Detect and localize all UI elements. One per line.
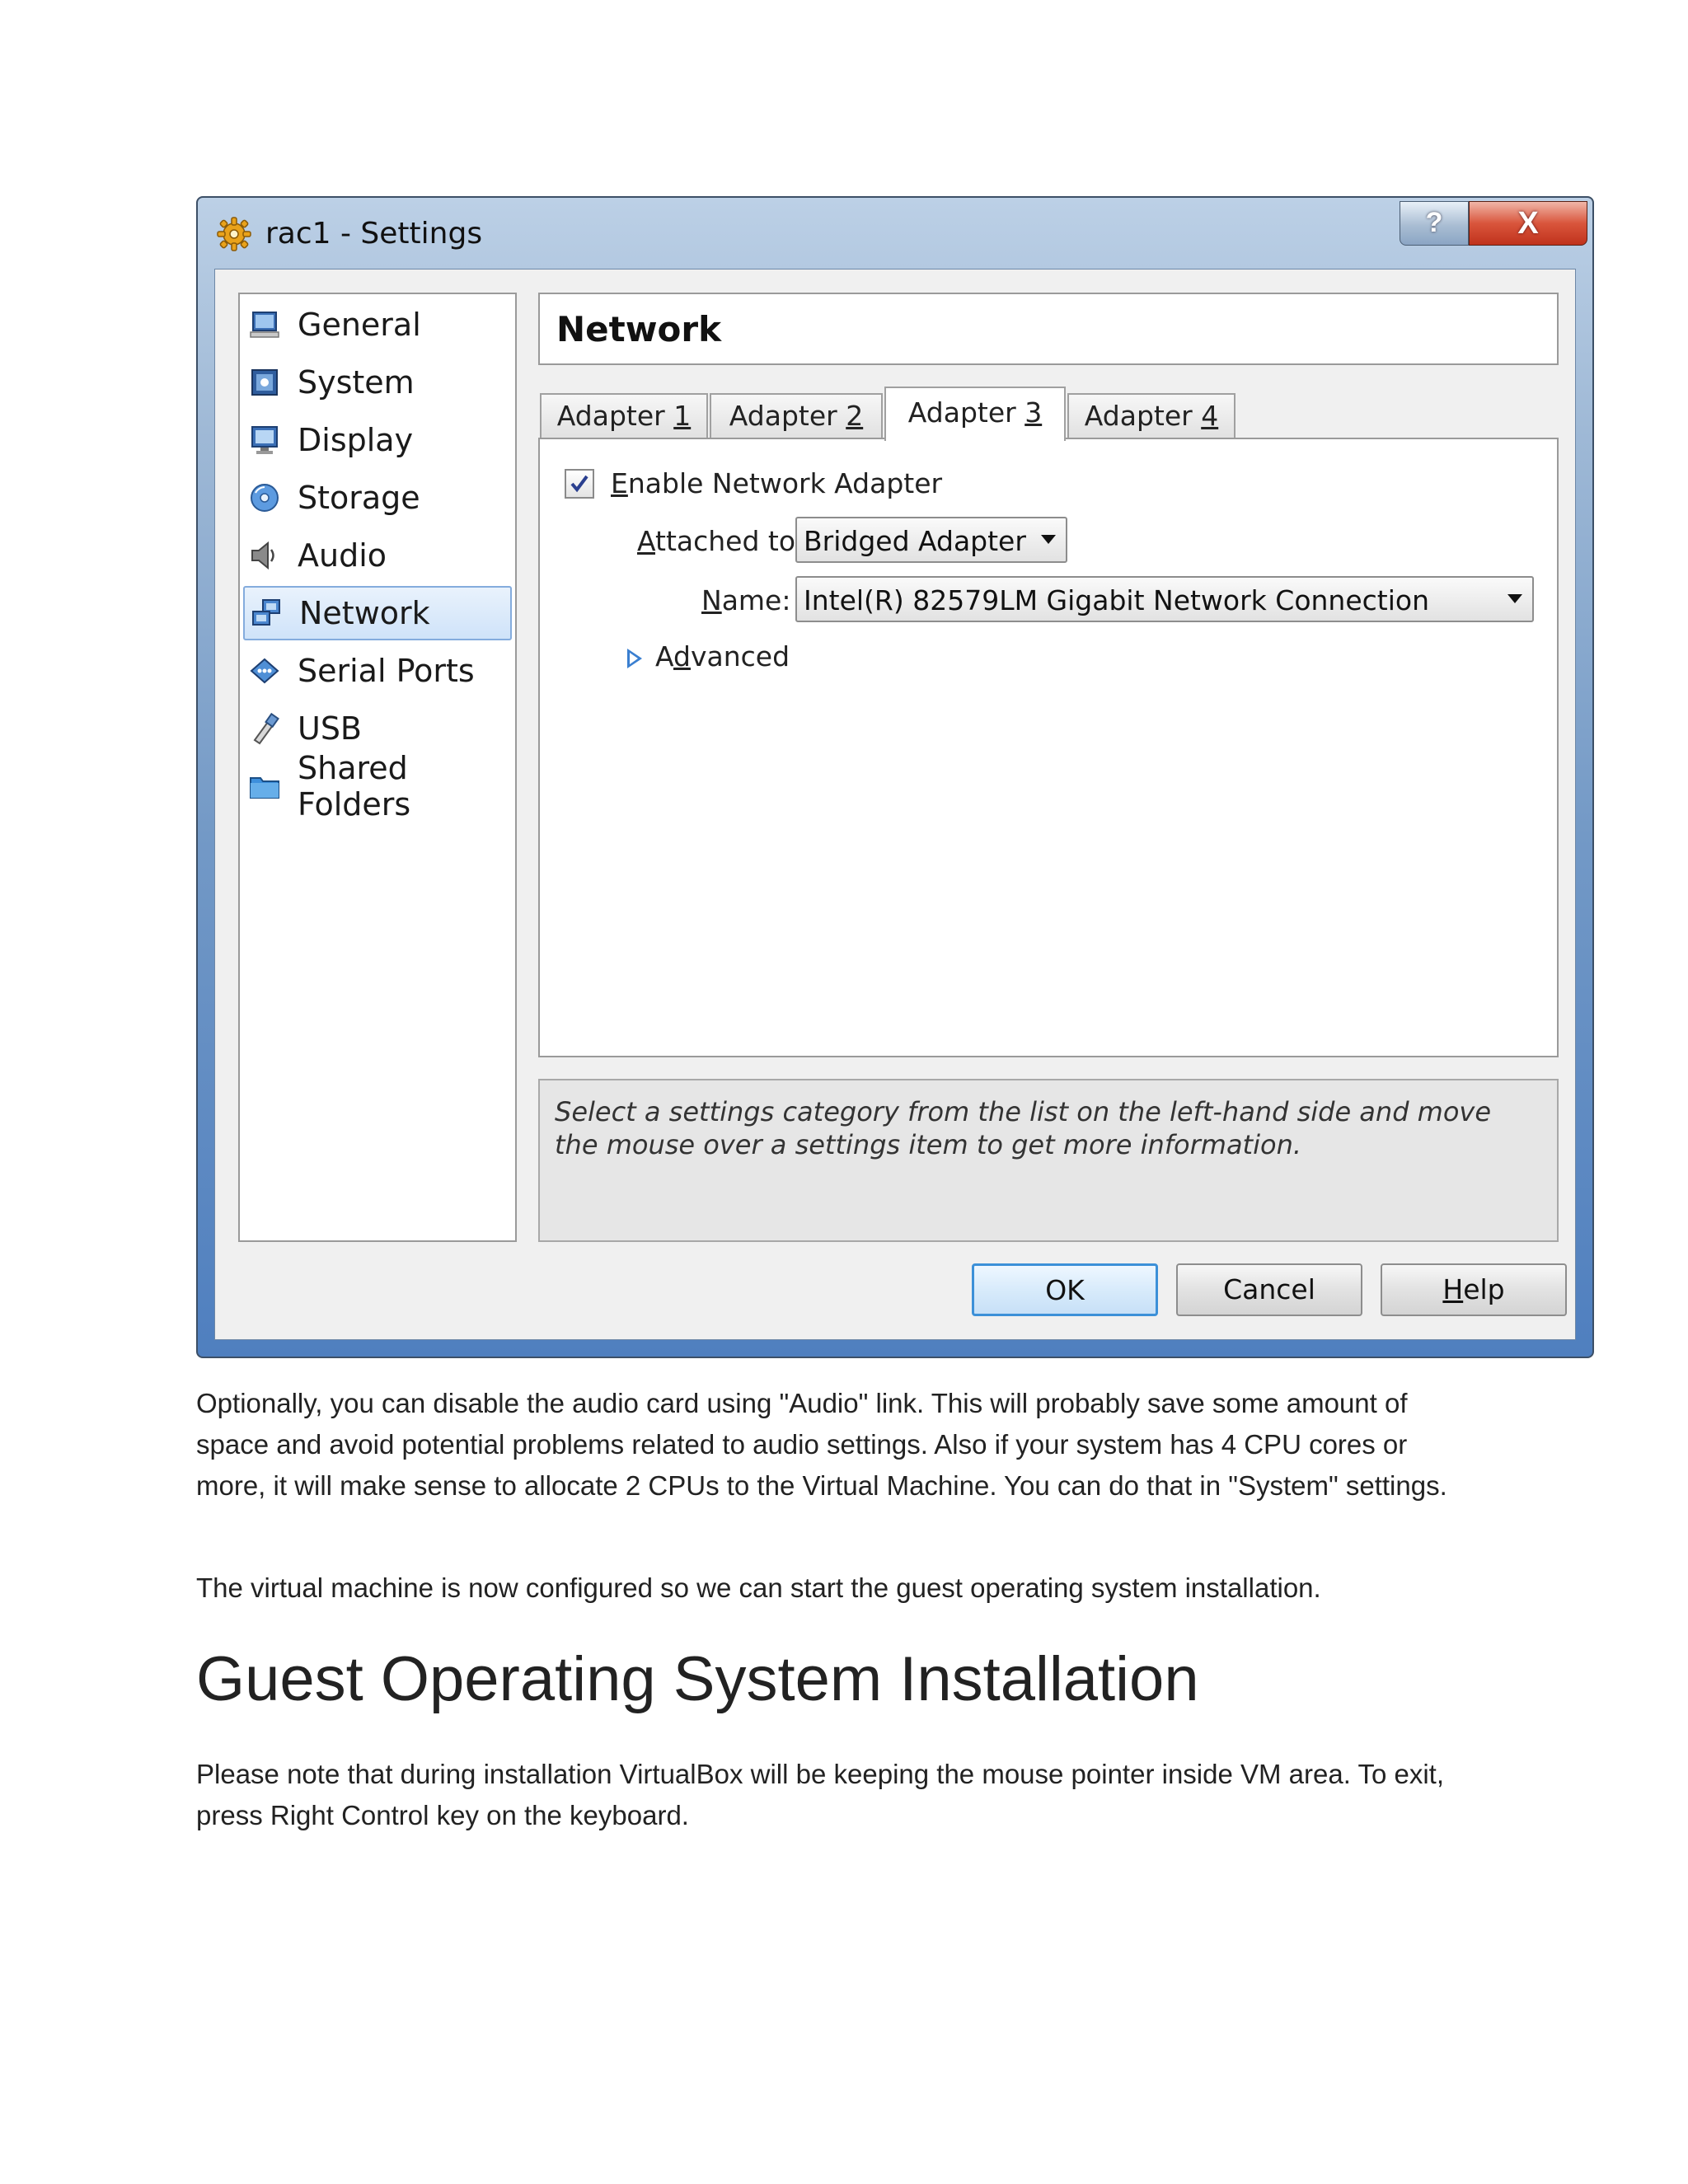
info-text: Select a settings category from the list… xyxy=(555,1096,1492,1160)
adapter-tab-pane: Enable Network Adapter Attached to: Brid… xyxy=(538,438,1559,1057)
tab-adapter-2[interactable]: Adapter 2 xyxy=(710,393,883,438)
sidebar-item-network[interactable]: Network xyxy=(243,586,512,640)
sidebar-item-label: Audio xyxy=(298,537,387,574)
sidebar-item-label: Network xyxy=(299,595,430,631)
general-icon xyxy=(250,312,279,338)
sidebar-item-label: Storage xyxy=(298,480,420,516)
sidebar-item-label: Display xyxy=(298,422,414,458)
storage-icon xyxy=(251,484,279,512)
title-help-button[interactable]: ? xyxy=(1400,201,1469,246)
close-button[interactable]: X xyxy=(1469,201,1587,246)
window-title: rac1 - Settings xyxy=(265,217,483,251)
network-icon xyxy=(252,599,280,626)
chevron-down-icon xyxy=(1041,535,1056,544)
shared-folders-icon xyxy=(250,777,279,799)
gear-icon xyxy=(217,217,251,251)
sidebar-item-label: General xyxy=(298,307,421,343)
sidebar-item-serial-ports[interactable]: Serial Ports xyxy=(243,644,512,698)
page-title: Network xyxy=(556,309,722,349)
usb-icon xyxy=(253,712,279,745)
attached-to-value: Bridged Adapter xyxy=(804,525,1026,557)
sidebar-item-label: Shared Folders xyxy=(298,750,411,823)
sidebar-item-label: System xyxy=(298,364,415,401)
enable-network-adapter-checkbox[interactable] xyxy=(565,469,594,499)
info-panel: Select a settings category from the list… xyxy=(538,1079,1559,1242)
sidebar-item-label: USB xyxy=(298,710,363,747)
tab-adapter-1[interactable]: Adapter 1 xyxy=(540,393,708,438)
settings-dialog: rac1 - Settings ? X General System Displ… xyxy=(196,196,1594,1358)
chevron-down-icon xyxy=(1507,594,1522,603)
tab-adapter-3[interactable]: Adapter 3 xyxy=(884,387,1066,441)
adapter-name-value: Intel(R) 82579LM Gigabit Network Connect… xyxy=(804,584,1429,616)
document-paragraph: Please note that during installation Vir… xyxy=(196,1759,1445,1830)
page-header: Network xyxy=(538,293,1559,365)
system-icon xyxy=(251,369,278,396)
sidebar-item-display[interactable]: Display xyxy=(243,413,512,467)
title-bar[interactable]: rac1 - Settings ? X xyxy=(198,198,1592,269)
cancel-button[interactable]: Cancel xyxy=(1176,1263,1362,1316)
question-icon: ? xyxy=(1425,207,1443,238)
document-paragraph: The virtual machine is now configured so… xyxy=(196,1572,1321,1603)
sidebar-item-general[interactable]: General xyxy=(243,298,512,352)
sidebar-item-usb[interactable]: USB xyxy=(243,701,512,756)
sidebar-item-system[interactable]: System xyxy=(243,355,512,410)
settings-category-list[interactable]: General System Display Storage Audio Net… xyxy=(238,293,517,1242)
advanced-toggle[interactable]: Advanced xyxy=(655,640,790,673)
sidebar-item-label: Serial Ports xyxy=(298,653,475,689)
document-paragraph: Optionally, you can disable the audio ca… xyxy=(196,1388,1447,1501)
help-button[interactable]: Help xyxy=(1381,1263,1567,1316)
serial-ports-icon xyxy=(250,658,279,684)
display-icon xyxy=(251,426,278,454)
ok-button[interactable]: OK xyxy=(972,1263,1158,1316)
sidebar-item-storage[interactable]: Storage xyxy=(243,471,512,525)
audio-icon xyxy=(251,541,274,570)
sidebar-item-shared-folders[interactable]: Shared Folders xyxy=(243,750,512,823)
section-heading: Guest Operating System Installation xyxy=(196,1644,1199,1714)
close-icon: X xyxy=(1517,206,1539,241)
attached-to-select[interactable]: Bridged Adapter xyxy=(795,517,1067,563)
expand-arrow-icon[interactable] xyxy=(627,649,642,668)
adapter-name-label: Name: xyxy=(701,584,791,616)
enable-network-adapter-label[interactable]: Enable Network Adapter xyxy=(611,467,942,499)
dialog-client-area: General System Display Storage Audio Net… xyxy=(214,269,1576,1340)
tab-adapter-4[interactable]: Adapter 4 xyxy=(1067,393,1236,438)
sidebar-item-audio[interactable]: Audio xyxy=(243,528,512,583)
adapter-name-select[interactable]: Intel(R) 82579LM Gigabit Network Connect… xyxy=(795,576,1534,622)
attached-to-label: Attached to: xyxy=(637,525,805,557)
checkmark-icon xyxy=(570,475,588,493)
